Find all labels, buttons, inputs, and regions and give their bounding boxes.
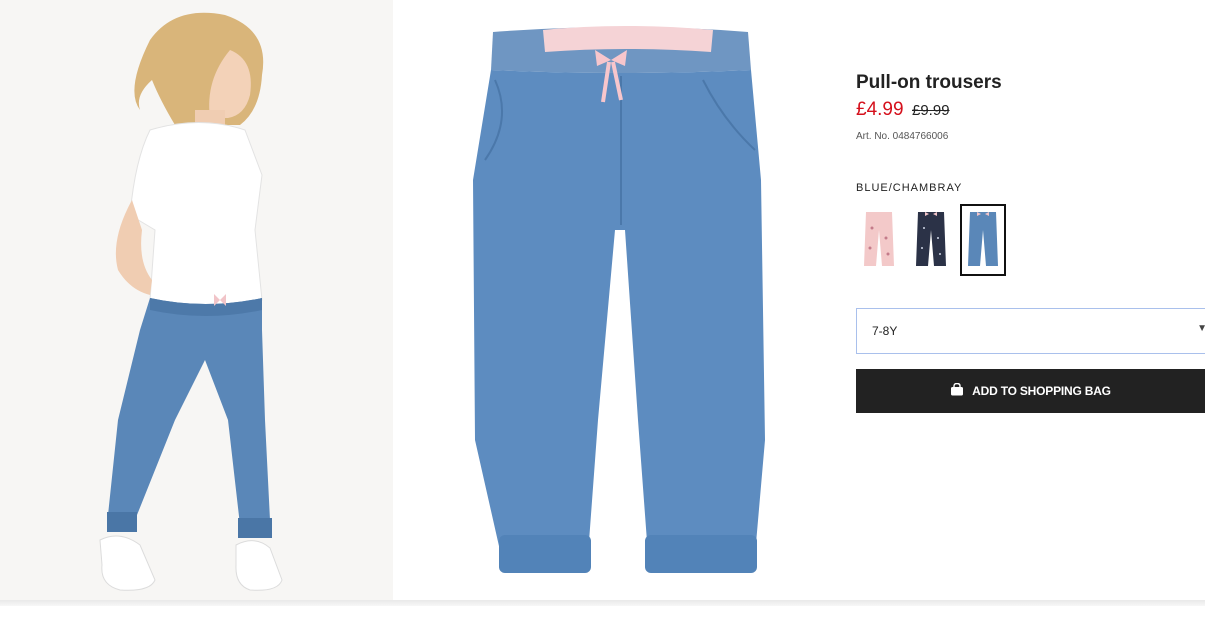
swatch-light-pink[interactable] bbox=[856, 204, 902, 276]
model-photo[interactable] bbox=[0, 0, 393, 600]
product-photo[interactable] bbox=[393, 0, 833, 600]
sale-price: £4.99 bbox=[856, 99, 904, 120]
pink-trousers-thumbnail bbox=[864, 212, 894, 266]
product-page: Pull-on trousers £4.99 £9.99 Art. No. 04… bbox=[0, 0, 1205, 619]
swatch-dark-blue[interactable] bbox=[908, 204, 954, 276]
trousers-illustration bbox=[473, 26, 765, 573]
original-price: £9.99 bbox=[912, 102, 950, 119]
chevron-down-icon: ▼ bbox=[1197, 323, 1205, 334]
colour-swatches bbox=[856, 204, 1205, 276]
swatch-blue-chambray[interactable] bbox=[960, 204, 1006, 276]
colour-label: BLUE/CHAMBRAY bbox=[856, 182, 963, 194]
size-select-value: 7-8Y bbox=[872, 324, 898, 338]
product-details: Pull-on trousers £4.99 £9.99 Art. No. 04… bbox=[856, 70, 1205, 413]
product-title: Pull-on trousers bbox=[856, 72, 1002, 93]
add-to-bag-button[interactable]: ADD TO SHOPPING BAG bbox=[856, 369, 1205, 413]
add-to-bag-label: ADD TO SHOPPING BAG bbox=[972, 384, 1111, 398]
page-divider bbox=[0, 600, 1205, 606]
size-select[interactable]: 7-8Y ▼ bbox=[856, 308, 1205, 354]
model-illustration bbox=[0, 0, 393, 600]
price-row: £4.99 £9.99 bbox=[856, 98, 1205, 123]
chambray-trousers-thumbnail bbox=[968, 212, 998, 266]
dark-blue-trousers-thumbnail bbox=[916, 212, 946, 266]
shopping-bag-icon bbox=[950, 382, 964, 399]
article-number: Art. No. 0484766006 bbox=[856, 131, 949, 142]
